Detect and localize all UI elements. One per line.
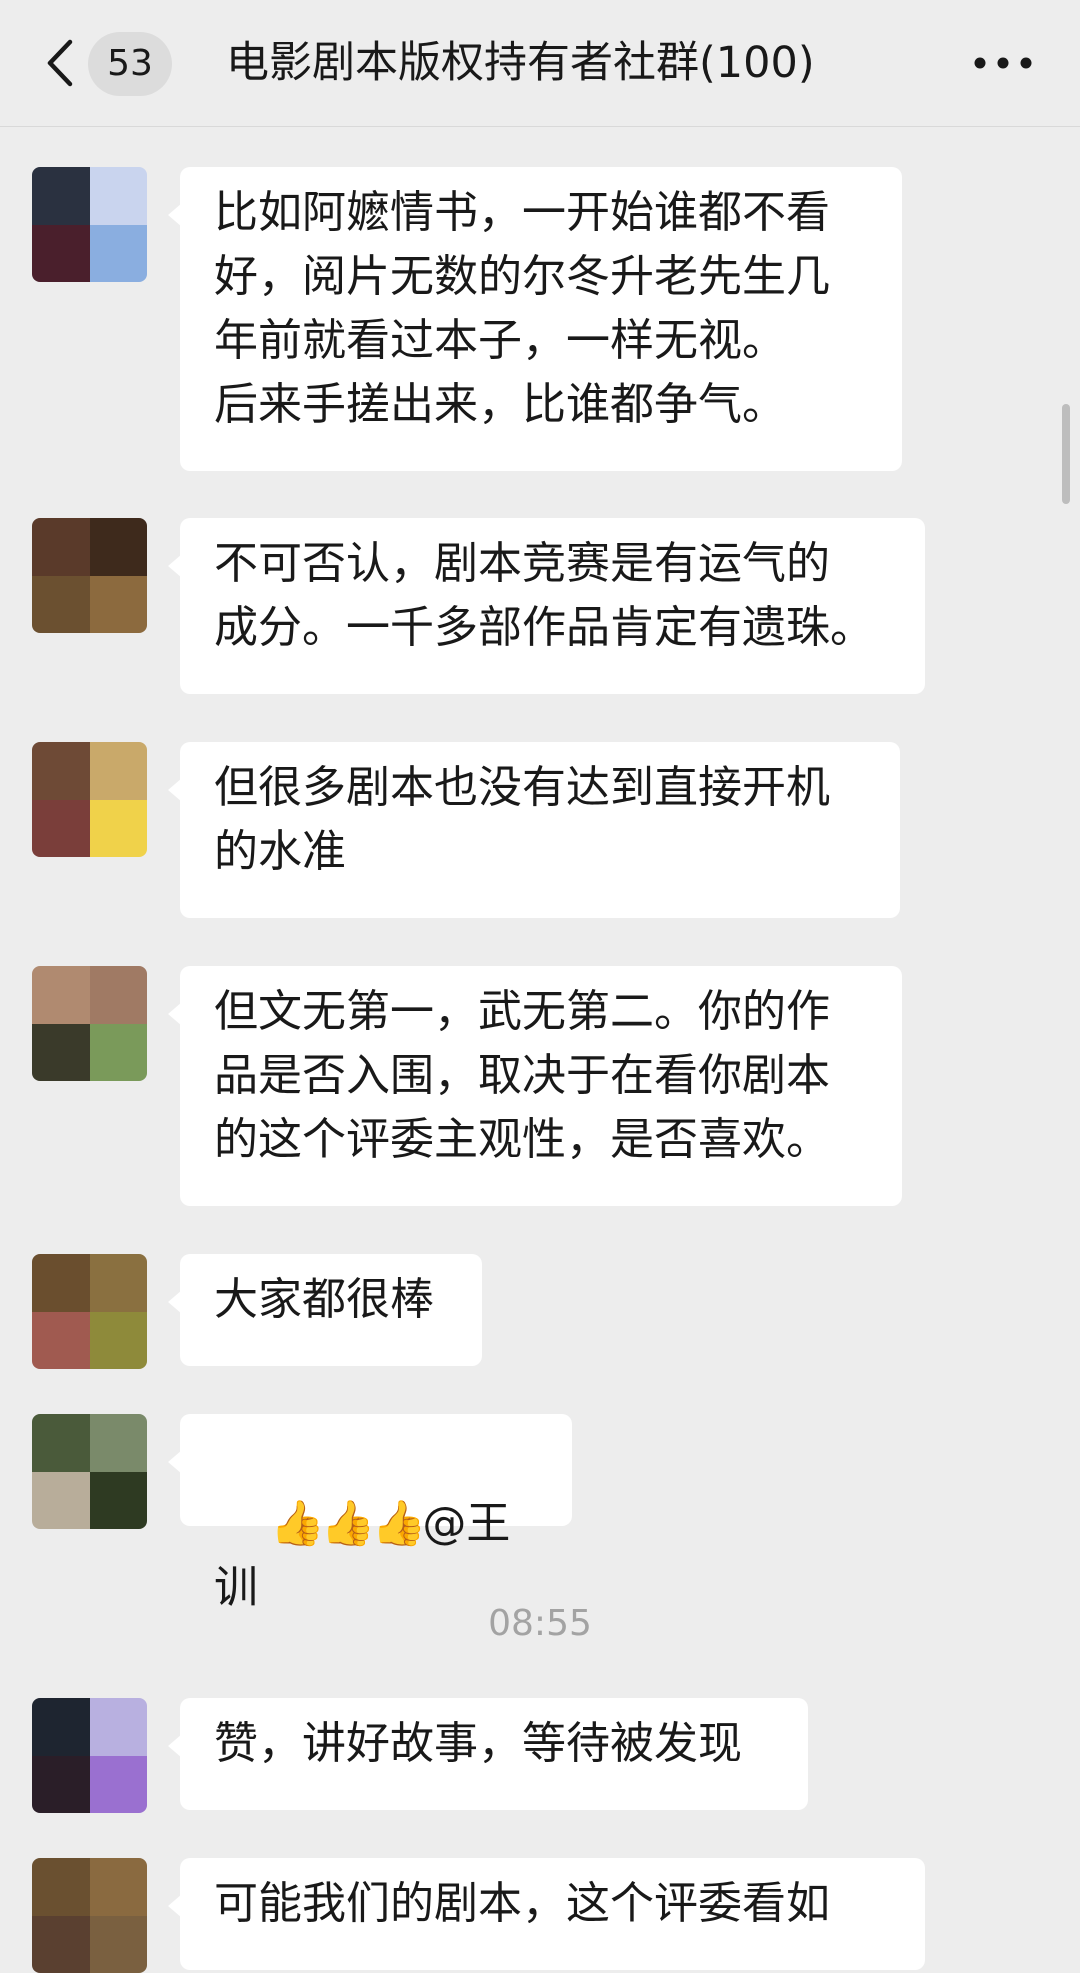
chat-header: 53 电影剧本版权持有者社群(100) bbox=[0, 0, 1080, 127]
message-bubble[interactable]: 👍👍👍@王训 bbox=[168, 1414, 572, 1613]
message-bubble[interactable]: 大家都很棒 bbox=[168, 1254, 482, 1366]
avatar[interactable] bbox=[32, 1254, 147, 1369]
scrollbar[interactable] bbox=[1062, 404, 1070, 504]
avatar[interactable] bbox=[32, 518, 147, 633]
unread-count-badge[interactable]: 53 bbox=[88, 32, 172, 96]
avatar[interactable] bbox=[32, 1414, 147, 1529]
avatar[interactable] bbox=[32, 1698, 147, 1813]
message-bubble[interactable]: 比如阿嬷情书，一开始谁都不看 好，阅片无数的尔冬升老先生几 年前就看过本子，一样… bbox=[168, 167, 902, 471]
more-icon bbox=[974, 57, 1032, 69]
message-bubble[interactable]: 但很多剧本也没有达到直接开机 的水准 bbox=[168, 742, 900, 918]
thumbs-up-icon: 👍 bbox=[320, 1498, 376, 1549]
avatar[interactable] bbox=[32, 167, 147, 282]
message-bubble[interactable]: 赞，讲好故事，等待被发现 bbox=[168, 1698, 808, 1810]
message-bubble[interactable]: 可能我们的剧本，这个评委看如 bbox=[168, 1858, 925, 1970]
thumbs-up-icon: 👍 bbox=[269, 1498, 325, 1549]
chevron-left-icon bbox=[47, 39, 73, 87]
timestamp: 08:55 bbox=[488, 1603, 592, 1644]
avatar[interactable] bbox=[32, 742, 147, 857]
thumbs-up-icon: 👍 bbox=[371, 1498, 427, 1549]
avatar[interactable] bbox=[32, 966, 147, 1081]
chat-title: 电影剧本版权持有者社群(100) bbox=[226, 38, 815, 88]
message-list[interactable]: 比如阿嬷情书，一开始谁都不看 好，阅片无数的尔冬升老先生几 年前就看过本子，一样… bbox=[0, 127, 1080, 1973]
back-button[interactable] bbox=[40, 38, 80, 88]
more-options-button[interactable] bbox=[968, 38, 1038, 88]
message-bubble[interactable]: 不可否认，剧本竞赛是有运气的 成分。一千多部作品肯定有遗珠。 bbox=[168, 518, 925, 694]
avatar[interactable] bbox=[32, 1858, 147, 1973]
message-bubble[interactable]: 但文无第一，武无第二。你的作 品是否入围，取决于在看你剧本 的这个评委主观性，是… bbox=[168, 966, 902, 1206]
